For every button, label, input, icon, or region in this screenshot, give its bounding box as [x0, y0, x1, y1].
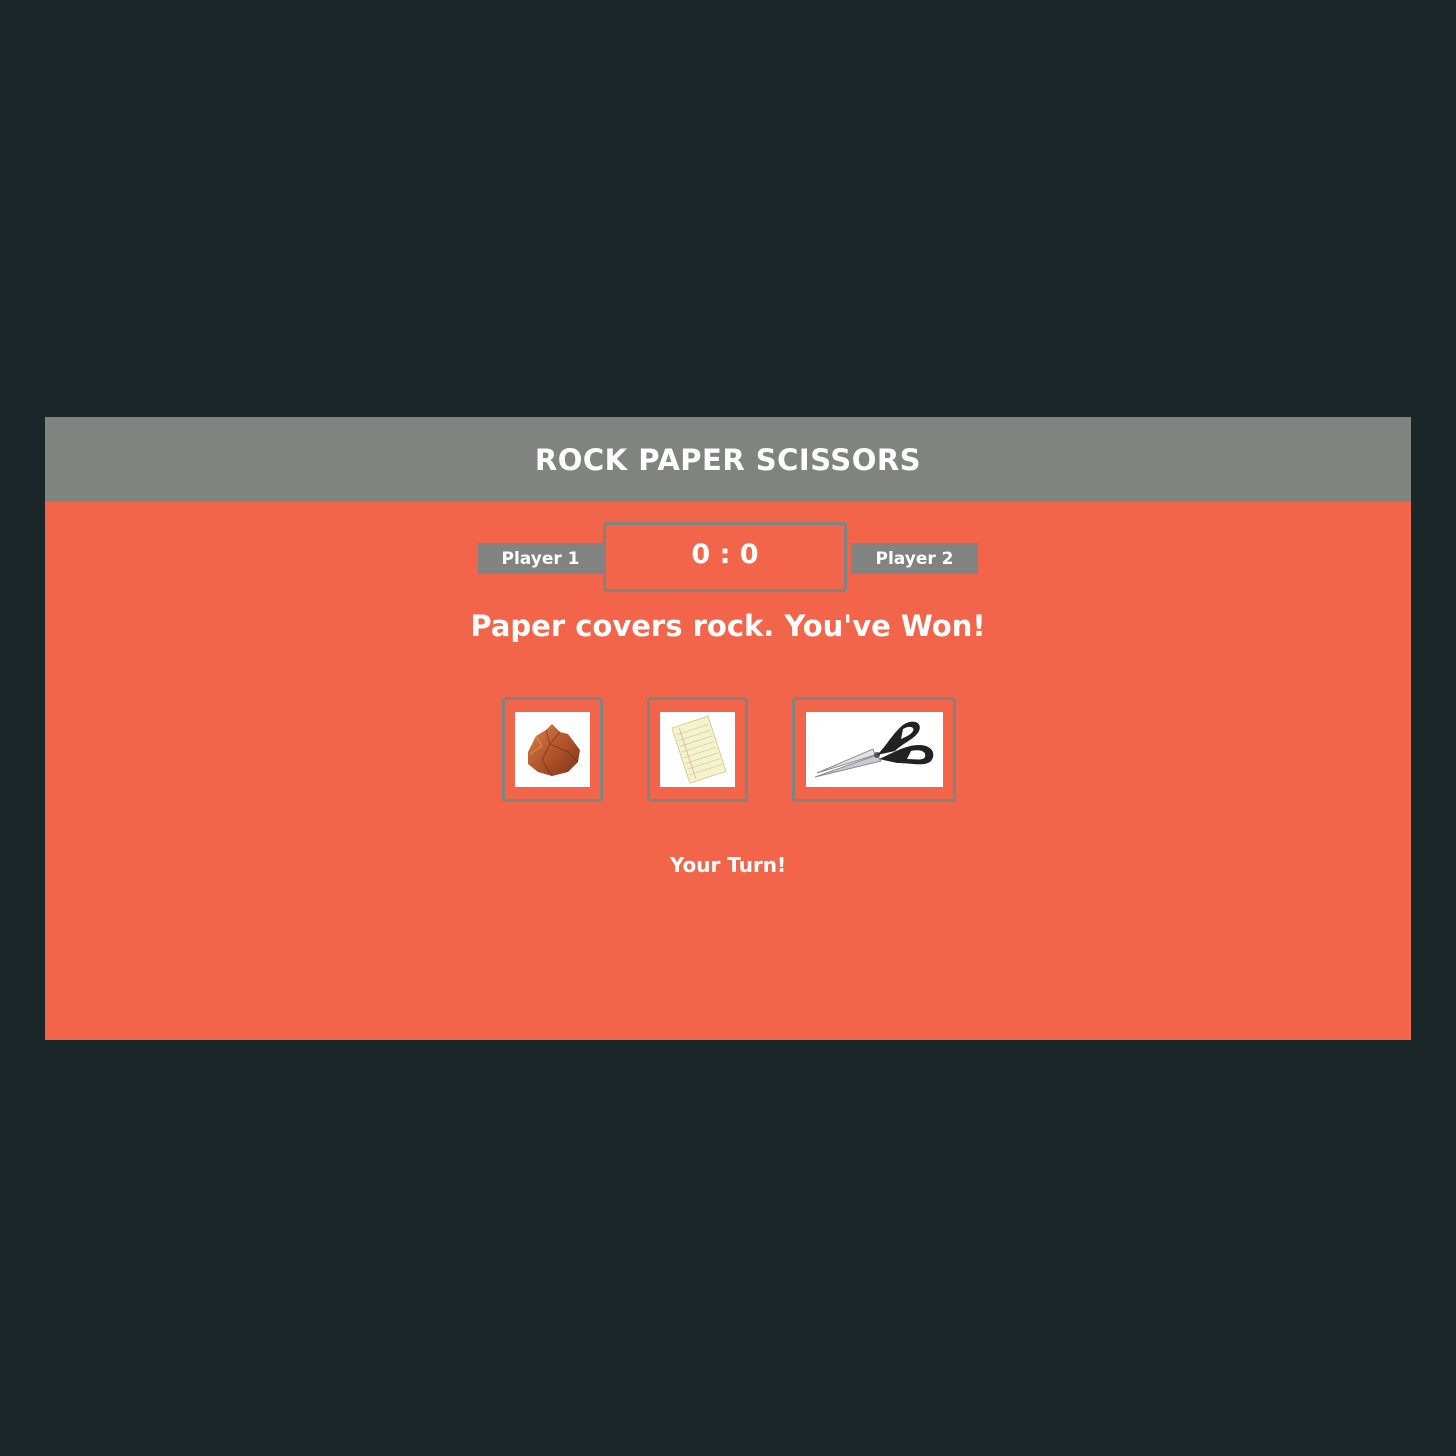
rock-choice-button[interactable] — [502, 697, 603, 802]
game-panel: ROCK PAPER SCISSORS Player 1 0 : 0 Playe… — [45, 417, 1411, 1040]
rock-icon — [515, 712, 590, 787]
result-message: Paper covers rock. You've Won! — [470, 609, 986, 643]
scissors-choice-button[interactable] — [792, 697, 956, 802]
paper-choice-button[interactable] — [647, 697, 748, 802]
game-header: ROCK PAPER SCISSORS — [45, 417, 1411, 502]
player1-badge: Player 1 — [478, 543, 603, 574]
player2-badge: Player 2 — [851, 543, 978, 574]
game-title: ROCK PAPER SCISSORS — [534, 442, 922, 477]
score-display: 0 : 0 — [603, 522, 847, 592]
scoreboard: Player 1 0 : 0 Player 2 — [478, 522, 978, 592]
paper-icon — [660, 712, 735, 787]
scissors-icon — [805, 712, 943, 787]
turn-status: Your Turn! — [669, 853, 787, 877]
